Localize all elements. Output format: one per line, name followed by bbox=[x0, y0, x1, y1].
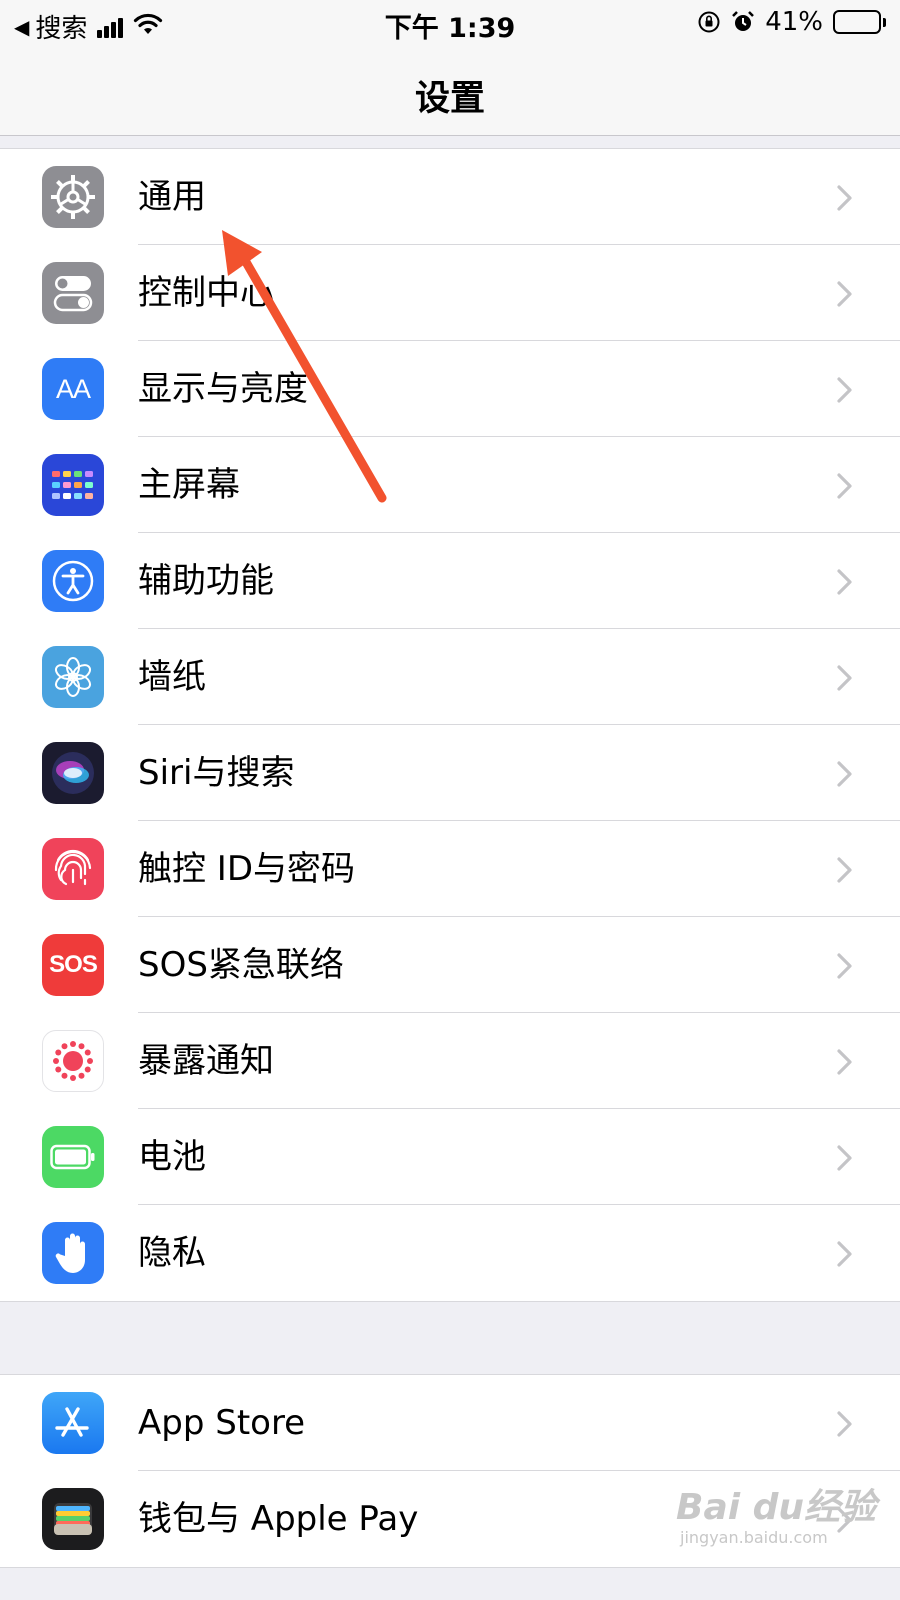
settings-item-label: App Store bbox=[138, 1403, 306, 1443]
settings-item-home-screen[interactable]: 主屏幕 bbox=[0, 437, 900, 533]
chevron-right-icon bbox=[837, 761, 852, 787]
settings-item-wallpaper[interactable]: 墙纸 bbox=[0, 629, 900, 725]
settings-item-battery[interactable]: 电池 bbox=[0, 1109, 900, 1205]
settings-item-exposure-notifications[interactable]: 暴露通知 bbox=[0, 1013, 900, 1109]
settings-item-label: 电池 bbox=[138, 1137, 206, 1177]
settings-item-control-center[interactable]: 控制中心 bbox=[0, 245, 900, 341]
chevron-right-icon bbox=[837, 377, 852, 403]
settings-item-label: 墙纸 bbox=[138, 657, 206, 697]
settings-item-accessibility[interactable]: 辅助功能 bbox=[0, 533, 900, 629]
chevron-right-icon bbox=[837, 281, 852, 307]
settings-item-label: 钱包与 Apple Pay bbox=[138, 1499, 419, 1539]
settings-item-app-store[interactable]: App Store bbox=[0, 1375, 900, 1471]
settings-item-label: 辅助功能 bbox=[138, 561, 274, 601]
settings-item-display-brightness[interactable]: AA 显示与亮度 bbox=[0, 341, 900, 437]
chevron-right-icon bbox=[837, 185, 852, 211]
chevron-right-icon bbox=[837, 1411, 852, 1437]
chevron-right-icon bbox=[837, 953, 852, 979]
chevron-right-icon bbox=[837, 1049, 852, 1075]
settings-item-label: 控制中心 bbox=[138, 273, 274, 313]
settings-item-general[interactable]: 通用 bbox=[0, 149, 900, 245]
toggles-icon bbox=[42, 262, 104, 324]
app-store-icon bbox=[42, 1392, 104, 1454]
exposure-notification-icon bbox=[42, 1030, 104, 1092]
battery-percent: 41% bbox=[765, 7, 823, 37]
page-title: 设置 bbox=[414, 79, 485, 119]
watermark: Bai du经验 jingyan.baidu.com bbox=[676, 1478, 876, 1558]
chevron-right-icon bbox=[837, 1241, 852, 1267]
watermark-brand: Bai du经验 bbox=[676, 1487, 877, 1528]
settings-item-siri-search[interactable]: Siri与搜索 bbox=[0, 725, 900, 821]
wallet-icon bbox=[42, 1488, 104, 1550]
hand-icon bbox=[42, 1222, 104, 1284]
gear-icon bbox=[42, 166, 104, 228]
settings-item-label: 显示与亮度 bbox=[138, 369, 308, 409]
settings-item-emergency-sos[interactable]: SOS SOS紧急联络 bbox=[0, 917, 900, 1013]
settings-item-label: 主屏幕 bbox=[138, 465, 240, 505]
settings-item-label: 隐私 bbox=[138, 1233, 206, 1273]
sos-text: SOS bbox=[49, 951, 98, 978]
settings-item-touch-id-passcode[interactable]: 触控 ID与密码 bbox=[0, 821, 900, 917]
settings-item-privacy[interactable]: 隐私 bbox=[0, 1205, 900, 1301]
sos-icon: SOS bbox=[42, 934, 104, 996]
chevron-right-icon bbox=[837, 857, 852, 883]
settings-item-label: 触控 ID与密码 bbox=[138, 849, 356, 889]
chevron-right-icon bbox=[837, 665, 852, 691]
settings-item-label: 通用 bbox=[138, 177, 206, 217]
chevron-right-icon bbox=[837, 569, 852, 595]
accessibility-icon bbox=[42, 550, 104, 612]
settings-item-label: Siri与搜索 bbox=[138, 753, 295, 793]
display-aa-text: AA bbox=[55, 373, 91, 404]
status-bar: ◀ 搜索 下午 1:39 41% bbox=[0, 0, 900, 48]
watermark-url: jingyan.baidu.com bbox=[680, 1528, 828, 1547]
settings-group-main: 通用 控制中心 AA 显示与亮度 主屏幕 辅助功能 墙纸 Siri与搜索 触控 … bbox=[0, 148, 900, 1302]
navigation-bar: 设置 bbox=[0, 48, 900, 136]
wallpaper-flower-icon bbox=[42, 646, 104, 708]
orientation-lock-icon bbox=[697, 10, 721, 34]
alarm-icon bbox=[731, 10, 755, 34]
chevron-right-icon bbox=[837, 473, 852, 499]
battery-icon bbox=[42, 1126, 104, 1188]
siri-icon bbox=[42, 742, 104, 804]
fingerprint-icon bbox=[42, 838, 104, 900]
battery-status-icon bbox=[833, 10, 886, 34]
settings-item-label: 暴露通知 bbox=[138, 1041, 274, 1081]
display-aa-icon: AA bbox=[42, 358, 104, 420]
status-right: 41% bbox=[697, 7, 886, 37]
settings-item-label: SOS紧急联络 bbox=[138, 945, 344, 985]
home-screen-icon bbox=[42, 454, 104, 516]
chevron-right-icon bbox=[837, 1145, 852, 1171]
